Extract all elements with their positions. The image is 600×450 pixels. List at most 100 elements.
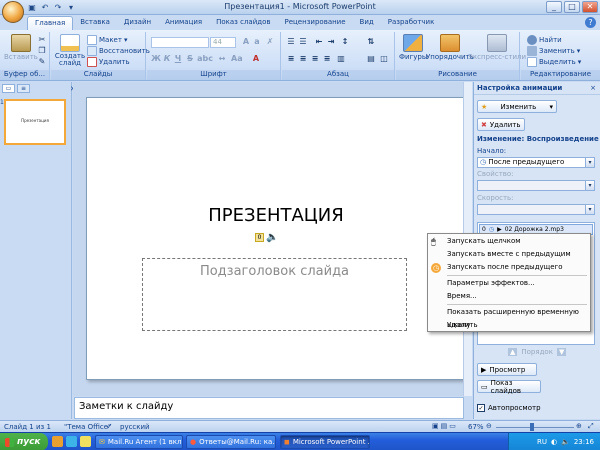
shadow-button[interactable]: abc xyxy=(197,54,213,64)
view-buttons[interactable]: ▣▤▭ xyxy=(432,422,458,430)
shapes-button[interactable]: Фигуры xyxy=(399,34,427,61)
arrow-down-icon[interactable]: ▼ xyxy=(556,348,567,356)
volume-icon[interactable]: 🔈 xyxy=(561,438,570,446)
decrease-indent-icon[interactable]: ⇤ xyxy=(314,37,324,47)
increase-indent-icon[interactable]: ⇥ xyxy=(326,37,336,47)
bullets-icon[interactable]: ☰ xyxy=(286,37,296,47)
justify-icon[interactable]: ≡ xyxy=(322,54,332,64)
tray-icon[interactable]: ◐ xyxy=(551,438,557,446)
tab-developer[interactable]: Разработчик xyxy=(381,16,442,30)
language-indicator[interactable]: русский xyxy=(120,423,150,431)
new-slide-button[interactable]: Создать слайд xyxy=(55,34,85,67)
speed-dropdown[interactable]: ▾ xyxy=(477,204,595,215)
start-button[interactable]: пуск xyxy=(0,433,48,450)
arrange-button[interactable]: Упорядочить xyxy=(426,34,474,61)
tab-design[interactable]: Дизайн xyxy=(117,16,158,30)
office-button[interactable] xyxy=(2,1,24,23)
shrink-font-icon[interactable]: a xyxy=(252,37,262,47)
start-dropdown[interactable]: ◷ После предыдущего ▾ xyxy=(477,157,595,168)
slide-thumbnail[interactable]: Презентация xyxy=(4,99,66,145)
autopreview-option[interactable]: ✓ Автопросмотр xyxy=(477,404,541,412)
menu-item-start-after-previous[interactable]: ◷ Запускать после предыдущего xyxy=(428,261,590,274)
align-left-icon[interactable]: ≡ xyxy=(286,54,296,64)
customize-qat-icon[interactable]: ▾ xyxy=(66,3,76,13)
columns-icon[interactable]: ▥ xyxy=(336,54,346,64)
zoom-slider-thumb[interactable] xyxy=(530,423,534,431)
remove-effect-button[interactable]: ✖ Удалить xyxy=(477,118,525,131)
tab-view[interactable]: Вид xyxy=(353,16,381,30)
zoom-slider[interactable] xyxy=(496,427,574,428)
autopreview-checkbox[interactable]: ✓ xyxy=(477,404,485,412)
smartart-icon[interactable]: ◫ xyxy=(379,54,389,64)
menu-item-start-on-click[interactable]: 🖱 Запускать щелчком xyxy=(428,235,590,248)
outline-tab-icon[interactable]: ≡ xyxy=(17,84,30,93)
undo-icon[interactable]: ↶ xyxy=(40,3,50,13)
redo-icon[interactable]: ↷ xyxy=(53,3,63,13)
maximize-button[interactable]: □ xyxy=(564,1,580,13)
menu-item-show-advanced-timeline[interactable]: Показать расширенную временную шкалу xyxy=(428,306,590,329)
slideshow-button[interactable]: ▭ Показ слайдов xyxy=(477,379,541,395)
save-icon[interactable]: ▣ xyxy=(27,3,37,13)
quick-styles-button[interactable]: Экспресс-стили xyxy=(468,34,526,61)
menu-item-remove[interactable]: Удалить xyxy=(428,319,590,332)
taskbar-button-otvety[interactable]: ● Ответы@Mail.Ru: ка... xyxy=(186,435,276,449)
align-center-icon[interactable]: ≡ xyxy=(298,54,308,64)
subtitle-placeholder[interactable]: Подзаголовок слайда xyxy=(142,258,407,331)
reset-button[interactable]: Восстановить xyxy=(87,46,150,56)
align-text-icon[interactable]: ▤ xyxy=(366,54,376,64)
slide-title[interactable]: ПРЕЗЕНТАЦИЯ xyxy=(87,205,465,226)
text-direction-icon[interactable]: ⇅ xyxy=(366,37,376,47)
slide-canvas[interactable]: ПРЕЗЕНТАЦИЯ 0 🔈 Подзаголовок слайда xyxy=(86,97,464,380)
slides-tab-icon[interactable]: ▭ xyxy=(2,84,15,93)
zoom-in-icon[interactable]: ⊕ xyxy=(576,422,582,430)
cut-icon[interactable]: ✂ xyxy=(37,35,47,45)
change-effect-button[interactable]: ★ Изменить ▾ xyxy=(477,100,557,113)
tab-home[interactable]: Главная xyxy=(27,16,74,30)
tab-review[interactable]: Рецензирование xyxy=(278,16,353,30)
italic-button[interactable]: К xyxy=(162,54,172,64)
spellcheck-icon[interactable]: ✓ xyxy=(106,422,113,431)
keyboard-layout[interactable]: RU xyxy=(537,438,547,446)
help-icon[interactable]: ? xyxy=(585,17,596,28)
fit-slide-icon[interactable]: ⤢ xyxy=(588,422,594,431)
quicklaunch-icon[interactable] xyxy=(66,436,77,447)
quicklaunch-icon[interactable] xyxy=(52,436,63,447)
font-family-combo[interactable] xyxy=(151,37,209,48)
align-right-icon[interactable]: ≡ xyxy=(310,54,320,64)
font-size-combo[interactable]: 44 xyxy=(210,37,236,48)
property-dropdown[interactable]: ▾ xyxy=(477,180,595,191)
preview-button[interactable]: ▶ Просмотр xyxy=(477,363,537,376)
clear-format-icon[interactable]: ✗ xyxy=(265,37,275,47)
line-spacing-icon[interactable]: ↕ xyxy=(340,37,350,47)
arrow-up-icon[interactable]: ▲ xyxy=(508,348,518,356)
task-pane-close-icon[interactable]: × xyxy=(590,84,596,92)
tab-animation[interactable]: Анимация xyxy=(158,16,209,30)
font-color-icon[interactable]: A xyxy=(251,54,261,64)
grow-font-icon[interactable]: A xyxy=(241,37,251,47)
zoom-out-icon[interactable]: ⊖ xyxy=(486,422,492,430)
spacing-icon[interactable]: ↔ xyxy=(217,54,227,64)
notes-pane[interactable]: Заметки к слайду xyxy=(74,397,464,419)
bold-button[interactable]: Ж xyxy=(151,54,161,64)
layout-button[interactable]: Макет ▾ xyxy=(87,35,127,45)
menu-item-timing[interactable]: Время... xyxy=(428,290,590,303)
tab-slideshow[interactable]: Показ слайдов xyxy=(209,16,277,30)
strikethrough-button[interactable]: S xyxy=(185,54,195,64)
format-painter-icon[interactable]: ✎ xyxy=(37,57,47,67)
taskbar-button-powerpoint[interactable]: ◼ Microsoft PowerPoint ... xyxy=(280,435,370,449)
minimize-button[interactable]: _ xyxy=(546,1,562,13)
taskbar-button-mailru-agent[interactable]: ✉ Mail.Ru Агент (1 вкл... xyxy=(95,435,183,449)
find-button[interactable]: Найти xyxy=(527,35,562,45)
underline-button[interactable]: Ч xyxy=(173,54,183,64)
select-button[interactable]: Выделить ▾ xyxy=(527,57,581,67)
audio-object[interactable]: 0 🔈 xyxy=(255,232,278,243)
paste-button[interactable]: Вставить xyxy=(4,34,38,61)
speaker-icon[interactable]: 🔈 xyxy=(266,232,278,243)
quicklaunch-icon[interactable] xyxy=(80,436,91,447)
copy-icon[interactable]: ❐ xyxy=(37,46,47,56)
tab-insert[interactable]: Вставка xyxy=(73,16,117,30)
zoom-level[interactable]: 67% xyxy=(468,423,484,431)
close-button[interactable]: ✕ xyxy=(582,1,598,13)
menu-item-effect-options[interactable]: Параметры эффектов... xyxy=(428,277,590,290)
replace-button[interactable]: Заменить ▾ xyxy=(527,46,580,56)
